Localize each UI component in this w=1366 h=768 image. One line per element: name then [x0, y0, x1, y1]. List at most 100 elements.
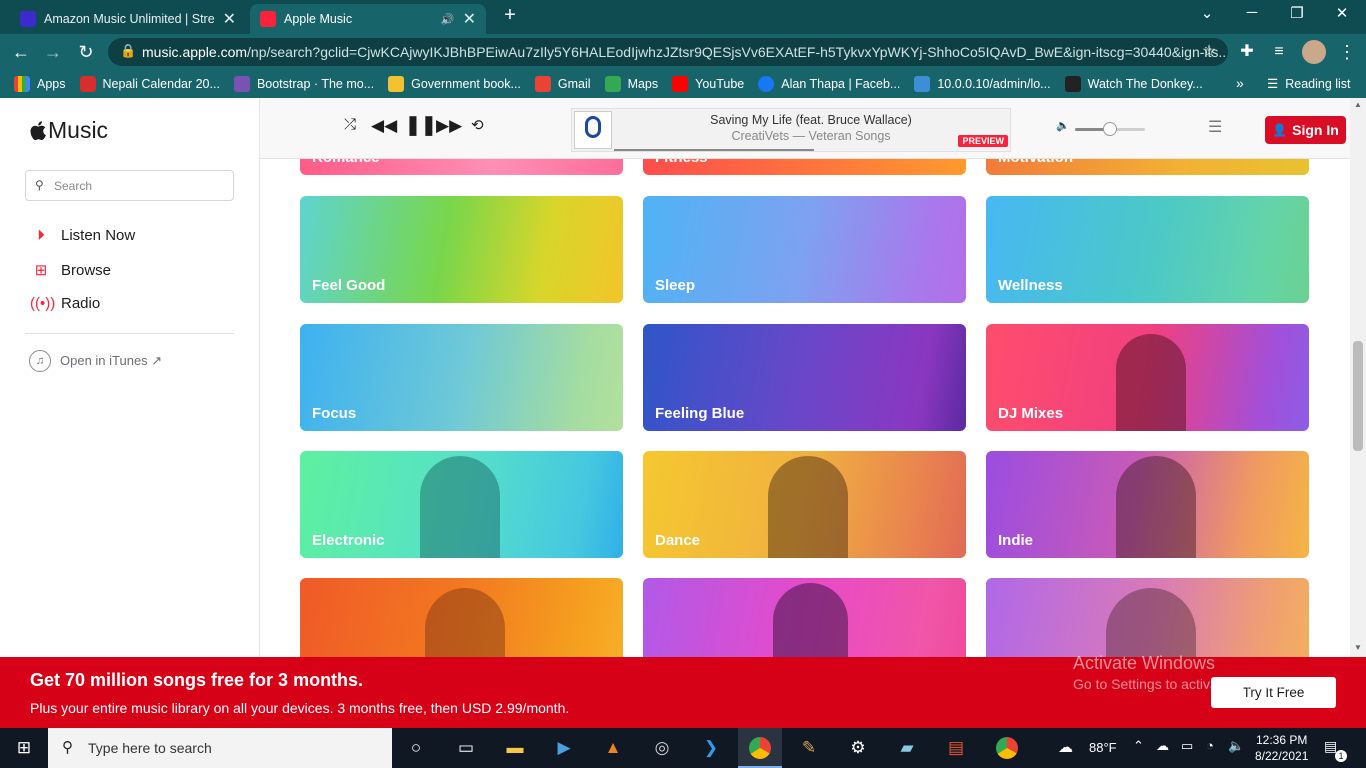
bookmark-item[interactable]: 10.0.0.10/admin/lo...	[914, 76, 1051, 92]
playback-progress[interactable]	[614, 149, 814, 151]
tab-amazon-music[interactable]: Amazon Music Unlimited | Stream ✕	[10, 4, 246, 34]
vlc-icon[interactable]: ▲	[601, 736, 625, 760]
paint-icon[interactable]: ✎	[797, 736, 821, 760]
settings-gear-icon[interactable]: ⚙	[846, 736, 870, 760]
vscode-icon[interactable]: ❯	[699, 736, 723, 760]
tile-dance[interactable]: Dance	[643, 451, 966, 558]
reading-list-button[interactable]: ☰ Reading list	[1267, 76, 1351, 92]
volume-knob[interactable]	[1103, 122, 1117, 136]
back-button[interactable]: ←	[8, 39, 34, 65]
new-tab-button[interactable]: +	[490, 4, 530, 27]
bookmark-item[interactable]: Nepali Calendar 20...	[79, 76, 220, 92]
sidebar-divider	[25, 333, 234, 334]
tile-label: Electronic	[312, 532, 385, 549]
sign-in-button[interactable]: 👤 Sign In	[1265, 116, 1346, 144]
presentation-icon[interactable]: ▤	[944, 736, 968, 760]
playlist-icon[interactable]: ☰	[1208, 117, 1222, 137]
bookmark-apps[interactable]: Apps	[14, 76, 66, 92]
bookmark-item[interactable]: Maps	[604, 76, 658, 92]
lock-icon[interactable]: 🔒	[120, 43, 136, 59]
chrome-icon[interactable]	[996, 737, 1018, 759]
forward-button[interactable]: →	[40, 39, 66, 65]
tile-electronic[interactable]: Electronic	[300, 451, 623, 558]
bookmark-item[interactable]: Government book...	[388, 76, 521, 92]
url-host: music.apple.com	[142, 44, 248, 60]
chrome-icon	[749, 737, 771, 759]
app-icon[interactable]: ▰	[895, 736, 919, 760]
bookmark-label: Nepali Calendar 20...	[102, 77, 220, 91]
bookmark-item[interactable]: Gmail	[534, 76, 591, 92]
tile-label: Feel Good	[312, 277, 386, 294]
scroll-down-icon[interactable]: ▼	[1354, 643, 1362, 652]
speaker-icon[interactable]: 🔊	[441, 13, 455, 26]
page-scrollbar[interactable]: ▲ ▼	[1350, 98, 1366, 657]
close-icon[interactable]: ✕	[463, 9, 476, 29]
bootstrap-icon	[233, 76, 250, 92]
album-art[interactable]	[574, 111, 612, 149]
promo-headline: Get 70 million songs free for 3 months.	[30, 670, 364, 690]
battery-icon[interactable]: ▭	[1181, 738, 1193, 754]
tile-indie[interactable]: Indie	[986, 451, 1309, 558]
fast-forward-icon[interactable]: ▶▶	[436, 116, 462, 136]
window-close-button[interactable]: ✕	[1322, 4, 1362, 22]
scroll-thumb[interactable]	[1353, 341, 1363, 451]
close-icon[interactable]: ✕	[223, 9, 236, 29]
file-explorer-icon[interactable]: ▬	[503, 736, 527, 760]
windows-taskbar: ⊞ ⚲ Type here to search ○ ▭ ▬ ▶ ▲ ◎ ❯ ✎ …	[0, 728, 1366, 768]
tile-feel-good[interactable]: Feel Good	[300, 196, 623, 303]
volume-slider[interactable]	[1075, 122, 1145, 136]
open-in-itunes-link[interactable]: ♫ Open in iTunes ↗	[29, 350, 162, 372]
search-input[interactable]: ⚲ Search	[25, 170, 234, 201]
tile-feeling-blue[interactable]: Feeling Blue	[643, 324, 966, 431]
scroll-up-icon[interactable]: ▲	[1354, 100, 1362, 109]
address-bar[interactable]: 🔒 music.apple.com/np/search?gclid=CjwKCA…	[108, 38, 1228, 66]
maps-icon	[604, 76, 621, 92]
tile-dj-mixes[interactable]: DJ Mixes	[986, 324, 1309, 431]
bookmark-item[interactable]: Alan Thapa | Faceb...	[758, 76, 900, 92]
bookmark-item[interactable]: YouTube	[672, 76, 744, 92]
maximize-button[interactable]: ❐	[1277, 4, 1317, 22]
media-control-icon[interactable]: ≡	[1266, 39, 1292, 65]
extensions-icon[interactable]: ✚	[1234, 39, 1260, 65]
bookmark-item[interactable]: Bootstrap · The mo...	[233, 76, 374, 92]
watermark-line-1: Activate Windows	[1073, 653, 1216, 673]
wifi-icon[interactable]: ◔	[1206, 738, 1214, 753]
taskbar-search-box[interactable]: ⚲ Type here to search	[48, 728, 392, 768]
tile-label: Dance	[655, 532, 701, 549]
onedrive-icon[interactable]: ☁	[1156, 738, 1169, 754]
minimize-button[interactable]: ─	[1232, 4, 1272, 21]
bookmark-star-icon[interactable]: ☆	[1196, 39, 1222, 65]
tab-search-icon[interactable]: ⌄	[1187, 4, 1227, 22]
terminal-icon[interactable]: ▭	[454, 736, 478, 760]
tile-wellness[interactable]: Wellness	[986, 196, 1309, 303]
pause-icon[interactable]: ❚❚	[405, 114, 437, 137]
more-bookmarks-icon[interactable]: »	[1236, 75, 1244, 91]
tab-apple-music[interactable]: Apple Music 🔊 ✕	[250, 4, 486, 34]
bookmark-item[interactable]: Watch The Donkey...	[1064, 76, 1203, 92]
disc-icon[interactable]: ◎	[650, 736, 674, 760]
windows-start-icon[interactable]: ⊞	[12, 736, 36, 760]
task-view-icon[interactable]: ○	[404, 736, 428, 760]
apps-grid-icon	[14, 76, 30, 92]
shuffle-icon[interactable]: ⤮	[344, 116, 356, 133]
weather-icon[interactable]: ☁	[1058, 738, 1073, 756]
sidebar-item-radio[interactable]: ((•)) Radio	[30, 295, 100, 312]
tray-chevron-icon[interactable]: ⌃	[1133, 738, 1144, 754]
chrome-active-taskbar-item[interactable]	[738, 728, 782, 768]
rewind-icon[interactable]: ◀◀	[371, 116, 397, 136]
repeat-icon[interactable]: ⟲	[471, 116, 484, 134]
taskbar-clock[interactable]: 12:36 PM 8/22/2021	[1255, 732, 1308, 764]
sidebar-item-browse[interactable]: ⊞ Browse	[30, 261, 111, 280]
profile-avatar[interactable]	[1302, 40, 1326, 64]
media-player-icon[interactable]: ▶	[552, 736, 576, 760]
track-subtitle[interactable]: CreatiVets — Veteran Songs	[616, 129, 1006, 143]
menu-icon[interactable]: ⋮	[1334, 39, 1360, 65]
reload-button[interactable]: ↻	[73, 39, 99, 65]
tile-sleep[interactable]: Sleep	[643, 196, 966, 303]
apple-music-logo[interactable]: Music	[30, 117, 108, 144]
sidebar-item-listen-now[interactable]: ⏵ Listen Now	[30, 227, 135, 244]
weather-temperature[interactable]: 88°F	[1089, 740, 1117, 755]
artist-silhouette	[768, 456, 848, 558]
tile-focus[interactable]: Focus	[300, 324, 623, 431]
volume-tray-icon[interactable]: 🔈	[1228, 738, 1244, 754]
